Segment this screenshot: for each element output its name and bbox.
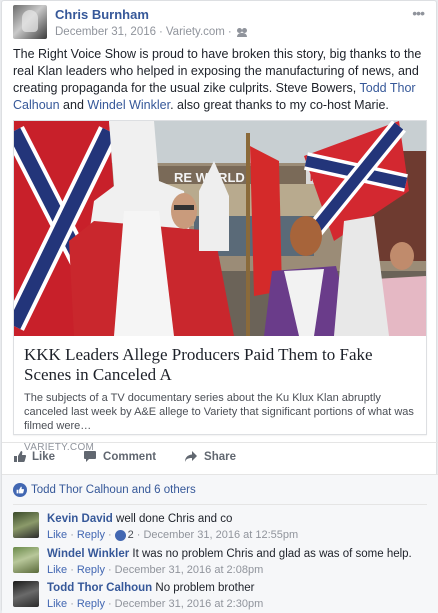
mention-windel[interactable]: Windel Winkler: [87, 98, 170, 112]
comment-item: Kevin David well done Chris and co Like ·…: [13, 512, 427, 543]
post-date[interactable]: December 31, 2016: [55, 26, 156, 38]
comment-text: well done Chris and co: [116, 513, 233, 525]
comment-icon: [84, 451, 97, 462]
post-text: The Right Voice Show is proud to have br…: [13, 47, 422, 112]
like-reaction-icon: [114, 530, 126, 541]
comment-reply-link[interactable]: Reply: [77, 528, 105, 543]
like-button[interactable]: Like: [13, 450, 55, 463]
commenter-name[interactable]: Windel Winkler: [47, 548, 129, 560]
comment-button[interactable]: Comment: [83, 450, 156, 463]
feedback-section: Todd Thor Calhoun and 6 others Kevin Dav…: [2, 474, 438, 613]
comment-item: Todd Thor Calhoun No problem brother Lik…: [13, 581, 427, 612]
post-meta: December 31, 2016 · Variety.com ·: [55, 26, 248, 38]
post-card: Chris Burnham December 31, 2016 · Variet…: [1, 0, 438, 613]
divider: [2, 442, 438, 443]
commenter-avatar[interactable]: [13, 547, 39, 573]
link-title[interactable]: KKK Leaders Allege Producers Paid Them t…: [24, 345, 416, 385]
link-description: The subjects of a TV documentary series …: [24, 392, 414, 432]
klan-rally-photo: RE WORLD RCA: [14, 121, 426, 336]
share-button[interactable]: Share: [184, 450, 236, 463]
friends-audience-icon[interactable]: [236, 27, 248, 37]
comment-date[interactable]: December 31, 2016 at 2:08pm: [115, 563, 264, 578]
comment-item: Windel Winkler It was no problem Chris a…: [13, 547, 427, 578]
comment-like-count[interactable]: 2: [114, 528, 134, 543]
commenter-name[interactable]: Kevin David: [47, 513, 113, 525]
author-name[interactable]: Chris Burnham: [55, 7, 248, 22]
comment-like-link[interactable]: Like: [47, 563, 67, 578]
post-via[interactable]: Variety.com: [166, 26, 225, 38]
share-icon: [185, 451, 198, 462]
commenter-avatar[interactable]: [13, 512, 39, 538]
thumbs-up-icon: [14, 451, 26, 462]
action-bar: Like Comment Share: [13, 450, 427, 463]
commenter-avatar[interactable]: [13, 581, 39, 607]
comment-text: It was no problem Chris and glad as was …: [132, 548, 412, 560]
like-reaction-icon: [13, 483, 27, 497]
likes-summary[interactable]: Todd Thor Calhoun and 6 others: [13, 483, 196, 497]
comment-date[interactable]: December 31, 2016 at 12:55pm: [143, 528, 298, 543]
comment-date[interactable]: December 31, 2016 at 2:30pm: [115, 597, 264, 612]
more-options-icon[interactable]: •••: [412, 5, 425, 21]
commenter-name[interactable]: Todd Thor Calhoun: [47, 582, 152, 594]
post-header: Chris Burnham December 31, 2016 · Variet…: [13, 5, 248, 41]
comment-text: No problem brother: [155, 582, 255, 594]
comment-reply-link[interactable]: Reply: [77, 597, 105, 612]
comment-like-link[interactable]: Like: [47, 597, 67, 612]
author-avatar[interactable]: [13, 5, 47, 39]
link-preview[interactable]: RE WORLD RCA: [13, 120, 427, 453]
link-image[interactable]: RE WORLD RCA: [14, 121, 426, 336]
comment-like-link[interactable]: Like: [47, 528, 67, 543]
comment-reply-link[interactable]: Reply: [77, 563, 105, 578]
